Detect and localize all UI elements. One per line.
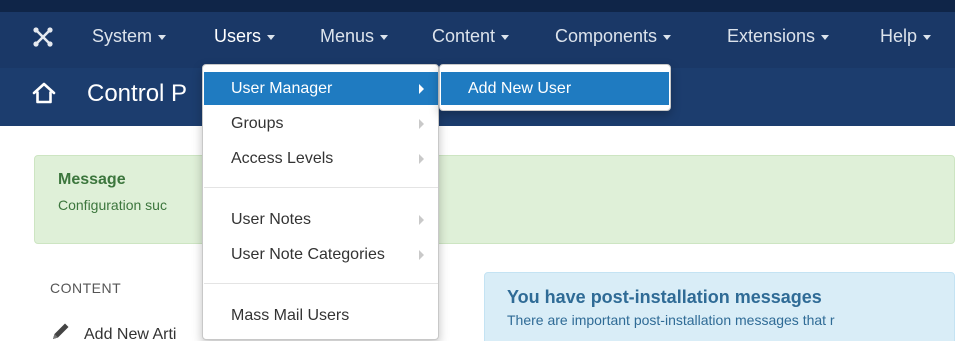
nav-components-label: Components: [555, 26, 658, 46]
nav-extensions[interactable]: Extensions: [727, 22, 830, 50]
menu-item-label: Groups: [231, 115, 284, 132]
chevron-right-icon: [419, 84, 424, 94]
menu-item-label: User Manager: [231, 80, 333, 97]
nav-menus[interactable]: Menus: [320, 22, 389, 50]
chevron-down-icon: [380, 34, 389, 40]
chevron-down-icon: [663, 34, 672, 40]
menu-item-user-notes[interactable]: User Notes: [204, 203, 438, 236]
joomla-logo-icon[interactable]: [32, 26, 54, 48]
page-title: Control P: [87, 80, 188, 107]
nav-extensions-label: Extensions: [727, 26, 816, 46]
menu-divider: [204, 187, 438, 188]
nav-users-label: Users: [214, 26, 262, 46]
info-text: There are important post-installation me…: [507, 312, 835, 328]
nav-content[interactable]: Content: [432, 22, 510, 50]
menu-item-label: Add New User: [468, 80, 572, 97]
nav-system-label: System: [92, 26, 153, 46]
pencil-icon: [50, 320, 72, 341]
chevron-down-icon: [267, 34, 276, 40]
users-dropdown-menu: User Manager Groups Access Levels User N…: [202, 64, 439, 340]
user-manager-submenu: Add New User: [439, 64, 671, 111]
navbar-top-strip: [0, 0, 955, 12]
add-new-article-label: Add New Arti: [84, 326, 177, 341]
menu-item-groups[interactable]: Groups: [204, 107, 438, 140]
nav-menus-label: Menus: [320, 26, 375, 46]
nav-components[interactable]: Components: [555, 22, 672, 50]
chevron-down-icon: [501, 34, 510, 40]
content-section-heading: CONTENT: [50, 280, 122, 296]
alert-heading: Message: [58, 171, 126, 188]
menu-item-access-levels[interactable]: Access Levels: [204, 142, 438, 175]
nav-users[interactable]: Users: [214, 22, 276, 50]
chevron-right-icon: [419, 250, 424, 260]
nav-system[interactable]: System: [92, 22, 167, 50]
chevron-right-icon: [419, 215, 424, 225]
add-new-article-link[interactable]: Add New Arti: [50, 320, 176, 341]
nav-help[interactable]: Help: [880, 22, 932, 50]
menu-divider: [204, 283, 438, 284]
menu-item-label: User Note Categories: [231, 246, 385, 263]
chevron-down-icon: [158, 34, 167, 40]
chevron-right-icon: [419, 119, 424, 129]
menu-item-label: Mass Mail Users: [231, 307, 350, 324]
info-heading: You have post-installation messages: [507, 287, 822, 307]
chevron-down-icon: [923, 34, 932, 40]
menu-item-add-new-user[interactable]: Add New User: [441, 72, 669, 105]
menu-item-label: Access Levels: [231, 150, 334, 167]
menu-item-mass-mail-users[interactable]: Mass Mail Users: [204, 299, 438, 332]
chevron-down-icon: [821, 34, 830, 40]
alert-text: Configuration suc: [58, 197, 167, 213]
menu-item-user-manager[interactable]: User Manager: [204, 72, 438, 105]
menu-item-label: User Notes: [231, 211, 312, 228]
success-message-alert: [34, 155, 955, 244]
chevron-right-icon: [419, 154, 424, 164]
home-icon: [31, 81, 57, 105]
menu-item-user-note-categories[interactable]: User Note Categories: [204, 238, 438, 271]
nav-content-label: Content: [432, 26, 496, 46]
nav-help-label: Help: [880, 26, 918, 46]
